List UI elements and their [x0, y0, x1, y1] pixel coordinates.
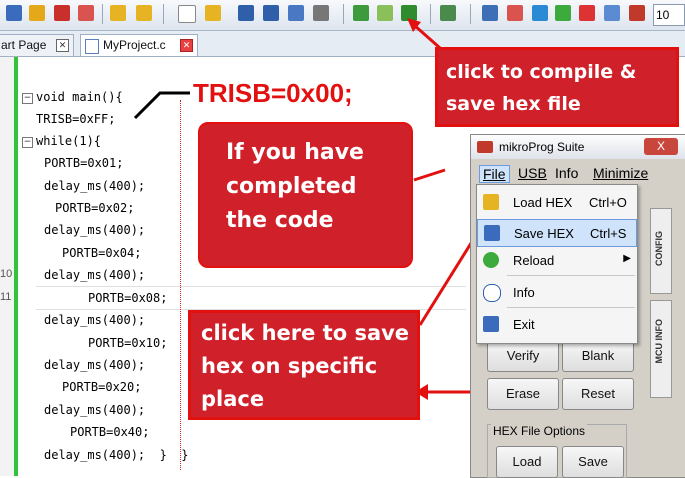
menu-minimize[interactable]: Minimize [593, 165, 648, 181]
save-hex-icon [484, 225, 500, 241]
menu-item-load-hex[interactable]: Load HEX Ctrl+O [477, 189, 637, 215]
tab-mcu-info-label: MCU INFO [654, 319, 664, 364]
verify-button[interactable]: Verify [487, 340, 559, 372]
blank-button[interactable]: Blank [562, 340, 634, 372]
menu-separator [507, 275, 635, 276]
menu-info[interactable]: Info [555, 165, 578, 181]
info-icon [483, 284, 501, 302]
reset-button[interactable]: Reset [562, 378, 634, 410]
menu-separator [507, 307, 635, 308]
load-hex-shortcut: Ctrl+O [589, 195, 627, 210]
completed-callout: If you have completed the code [198, 122, 413, 268]
menu-usb[interactable]: USB [518, 165, 547, 181]
completed-connector [413, 168, 446, 182]
exit-label: Exit [513, 317, 535, 332]
hex-file-options-label: HEX File Options [491, 424, 588, 438]
save-hex-shortcut: Ctrl+S [590, 226, 627, 241]
load-hex-icon [483, 194, 499, 210]
compile-callout: click to compile & save hex file [435, 47, 679, 127]
menu-item-save-hex[interactable]: Save HEX Ctrl+S [477, 219, 637, 247]
save-place-callout: click here to save hex on specific place [188, 310, 420, 420]
window-title: mikroProg Suite [499, 140, 585, 154]
load-hex-label: Load HEX [513, 195, 573, 210]
load-button[interactable]: Load [496, 446, 558, 478]
mikroprog-titlebar: mikroProg Suite X [471, 135, 685, 159]
app-icon [477, 141, 493, 153]
tab-mcu-info[interactable]: MCU INFO [650, 300, 672, 398]
save-button[interactable]: Save [562, 446, 624, 478]
save-hex-label: Save HEX [514, 226, 574, 241]
exit-icon [483, 316, 499, 332]
reload-label: Reload [513, 253, 555, 268]
file-dropdown-menu: Load HEX Ctrl+O Save HEX Ctrl+S Reload ▶… [476, 184, 638, 344]
menu-item-exit[interactable]: Exit [477, 311, 637, 337]
tab-config-label: CONFIG [654, 231, 664, 266]
compile-arrow-line [413, 23, 441, 50]
close-button[interactable]: X [644, 138, 678, 155]
trisb-pointer-line [133, 91, 190, 120]
tab-config[interactable]: CONFIG [650, 208, 672, 294]
info-label: Info [513, 285, 535, 300]
menu-file[interactable]: File [479, 165, 510, 183]
mikroprog-menubar: File USB Info Minimize [471, 163, 685, 183]
erase-button[interactable]: Erase [487, 378, 559, 410]
reload-icon [483, 252, 499, 268]
submenu-arrow-icon: ▶ [623, 253, 631, 264]
menu-item-info[interactable]: Info [477, 279, 637, 305]
menu-item-reload[interactable]: Reload ▶ [477, 247, 637, 273]
trisb-annotation: TRISB=0x00; [193, 78, 353, 108]
